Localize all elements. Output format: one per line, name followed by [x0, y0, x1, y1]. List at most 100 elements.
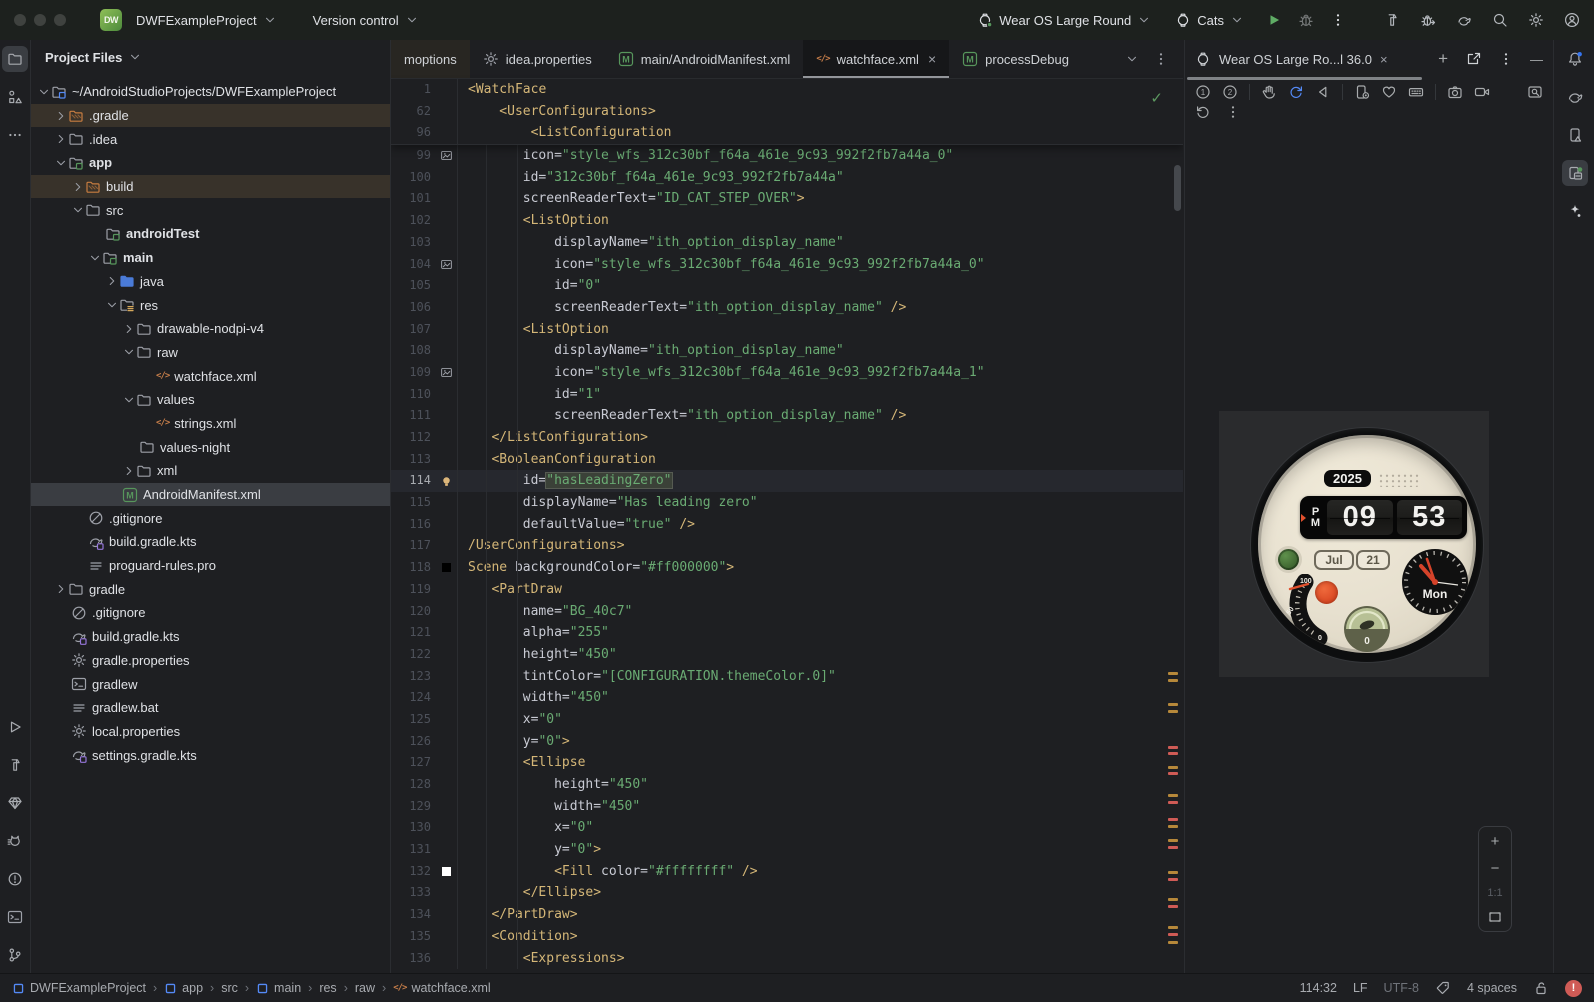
tool-window-button-gradle[interactable]	[1562, 84, 1588, 110]
chev-down-icon[interactable]	[122, 393, 136, 407]
chev-down-icon[interactable]	[88, 251, 102, 265]
run-config-selector[interactable]: Cats	[1175, 12, 1244, 28]
error-indicator[interactable]: !	[1565, 979, 1582, 997]
code-line-126[interactable]: 126 y="0">	[391, 730, 1183, 753]
code-line-117[interactable]: 117 /UserConfigurations>	[391, 535, 1183, 558]
debug-button[interactable]	[1298, 12, 1314, 28]
tree-item-xml[interactable]: xml	[31, 459, 390, 483]
code-line-112[interactable]: 112 </ListConfiguration>	[391, 427, 1183, 449]
error-stripe-mark[interactable]	[1168, 801, 1178, 804]
warning-stripe-mark[interactable]	[1168, 679, 1178, 682]
color-swatch-white[interactable]	[442, 867, 451, 877]
zoom-in-button[interactable]: +	[1491, 833, 1500, 850]
hand-button[interactable]	[1261, 84, 1277, 100]
code-line-104[interactable]: 104 icon="style_wfs_312c30bf_f64a_461e_9…	[391, 253, 1183, 276]
close-tab-icon[interactable]: ×	[928, 51, 936, 67]
tool-window-button-device-manager[interactable]	[1562, 122, 1588, 148]
tree-item-watchface-xml[interactable]: </> watchface.xml	[31, 364, 390, 388]
chev-right-icon[interactable]	[105, 274, 119, 288]
code-line-131[interactable]: 131 y="0">	[391, 839, 1183, 861]
more-v-button[interactable]	[1225, 104, 1241, 120]
more-actions-button[interactable]	[1330, 12, 1346, 28]
tree-item-raw[interactable]: raw	[31, 341, 390, 365]
tree-item-build[interactable]: build	[31, 174, 390, 199]
breadcrumb-item-watchface-xml[interactable]: </> watchface.xml	[393, 981, 490, 995]
error-stripe-mark[interactable]	[1168, 905, 1178, 908]
window-zoom-button[interactable]	[54, 14, 66, 26]
code-line-113[interactable]: 113 <BooleanConfiguration	[391, 448, 1183, 471]
search-button[interactable]	[1492, 12, 1508, 28]
screen-search-button[interactable]	[1527, 84, 1543, 100]
tool-window-button-version-control[interactable]	[2, 942, 28, 968]
code-line-119[interactable]: 119 <PartDraw	[391, 578, 1183, 601]
camera-button[interactable]	[1447, 84, 1463, 100]
code-line-130[interactable]: 130 x="0"	[391, 817, 1183, 840]
breadcrumb-item-main[interactable]: main	[256, 981, 301, 995]
warning-stripe-mark[interactable]	[1168, 672, 1178, 675]
heart-button[interactable]	[1381, 84, 1397, 100]
chev-down-icon[interactable]	[122, 345, 136, 359]
more-v-icon[interactable]	[1153, 51, 1169, 67]
sync-button[interactable]	[1456, 12, 1472, 28]
tree-item--gitignore[interactable]: .gitignore	[31, 506, 390, 530]
tree-item-gradlew[interactable]: gradlew	[31, 672, 390, 696]
breadcrumb-item-DWFExampleProject[interactable]: DWFExampleProject	[12, 981, 146, 995]
tree-item-main[interactable]: main	[31, 246, 390, 270]
tree-item-build-gradle-kts[interactable]: build.gradle.kts	[31, 625, 390, 649]
tool-window-button-notifications[interactable]	[1562, 46, 1588, 72]
code-line-102[interactable]: 102 <ListOption	[391, 210, 1183, 232]
warning-stripe-mark[interactable]	[1168, 710, 1178, 713]
tool-window-button-app-quality-insights[interactable]	[2, 790, 28, 816]
tree-item-values[interactable]: values	[31, 388, 390, 412]
code-line-129[interactable]: 129 width="450"	[391, 795, 1183, 818]
tool-window-button-logcat[interactable]	[2, 828, 28, 854]
tag-icon[interactable]	[1435, 980, 1451, 996]
editor-scrollbar[interactable]	[1174, 165, 1181, 211]
chev-right-icon[interactable]	[122, 464, 136, 478]
zoom-fit-button[interactable]	[1487, 909, 1503, 925]
code-line-100[interactable]: 100 id="312c30bf_f64a_461e_9c93_992f2fb7…	[391, 166, 1183, 189]
tree-item--idea[interactable]: .idea	[31, 127, 390, 151]
settings-gear-button[interactable]	[1528, 12, 1544, 28]
project-widget[interactable]: DWFExampleProject	[136, 13, 277, 28]
chev-down-icon[interactable]	[1125, 52, 1139, 66]
tree-item-drawable-nodpi-v4[interactable]: drawable-nodpi-v4	[31, 317, 390, 341]
code-line-124[interactable]: 124 width="450"	[391, 687, 1183, 709]
code-line-125[interactable]: 125 x="0"	[391, 708, 1183, 731]
code-line-118[interactable]: 118 Scene backgroundColor="#ff000000">	[391, 557, 1183, 579]
code-line-103[interactable]: 103 displayName="ith_option_display_name…	[391, 231, 1183, 254]
lock-icon[interactable]	[1533, 980, 1549, 996]
editor-tab-main-AndroidManifest-xml[interactable]: Mmain/AndroidManifest.xml	[605, 40, 804, 78]
error-stripe-mark[interactable]	[1168, 752, 1178, 755]
zoom-out-button[interactable]: −	[1491, 860, 1500, 877]
editor-tab-processDebug[interactable]: MprocessDebug	[949, 40, 1082, 78]
error-stripe-mark[interactable]	[1168, 818, 1178, 821]
tree-item-app[interactable]: app	[31, 151, 390, 175]
bug-arrow-button[interactable]	[1420, 12, 1436, 28]
tool-window-button-terminal[interactable]	[2, 904, 28, 930]
error-stripe-mark[interactable]	[1168, 746, 1178, 749]
error-stripe-mark[interactable]	[1168, 772, 1178, 775]
warning-stripe-mark[interactable]	[1168, 871, 1178, 874]
code-line-121[interactable]: 121 alpha="255"	[391, 622, 1183, 644]
tree-item-values-night[interactable]: values-night	[31, 435, 390, 459]
color-swatch-black[interactable]	[442, 563, 451, 573]
tree-item--gradle[interactable]: .gradle	[31, 103, 390, 128]
chev-right-icon[interactable]	[71, 180, 85, 194]
code-line-105[interactable]: 105 id="0"	[391, 275, 1183, 297]
code-line-101[interactable]: 101 screenReaderText="ID_CAT_STEP_OVER">	[391, 188, 1183, 211]
code-line-111[interactable]: 111 screenReaderText="ith_option_display…	[391, 405, 1183, 427]
tool-window-button-structure[interactable]	[2, 84, 28, 110]
warning-stripe-mark[interactable]	[1168, 941, 1178, 944]
breadcrumb-item-raw[interactable]: raw	[355, 981, 375, 995]
tree-item-gradle[interactable]: gradle	[31, 577, 390, 601]
code-line-115[interactable]: 115 displayName="Has leading zero"	[391, 492, 1183, 514]
chev-right-icon[interactable]	[54, 109, 68, 123]
warning-stripe-mark[interactable]	[1168, 898, 1178, 901]
chev-right-icon[interactable]	[54, 132, 68, 146]
rotate-ccw-button[interactable]	[1195, 104, 1211, 120]
tree-item-build-gradle-kts[interactable]: build.gradle.kts	[31, 530, 390, 554]
tool-window-button-run[interactable]	[2, 714, 28, 740]
code-line-127[interactable]: 127 <Ellipse	[391, 752, 1183, 774]
tool-window-button-build[interactable]	[2, 752, 28, 778]
